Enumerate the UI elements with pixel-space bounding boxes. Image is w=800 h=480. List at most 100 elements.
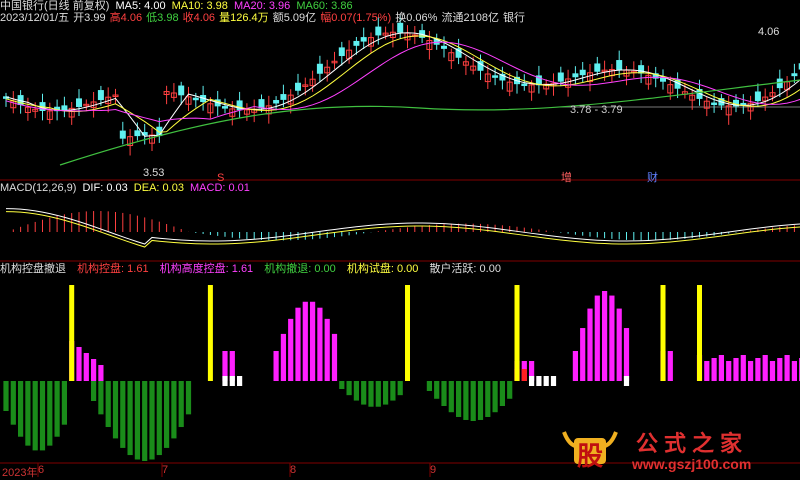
control-bar [602,291,608,381]
test-bar [222,376,228,386]
retreat-bar [477,381,484,420]
candle-body [521,83,528,87]
control-bar [733,358,739,381]
control-bar [280,333,286,381]
control-bar [288,318,294,381]
control-bar [623,328,630,381]
control-bar [762,355,768,381]
indicator-kongpan: 机构控盘: 1.61 [77,263,149,275]
indicator-header-row: 机构控盘撤退 机构控盘: 1.61 机构高度控盘: 1.61 机构撤退: 0.0… [0,263,504,276]
retreat-bar [112,381,119,439]
test-bar [536,376,542,386]
high-control-bar [69,285,75,381]
macd-title[interactable]: MACD(12,26,9) [0,182,76,194]
test-bar [237,376,243,386]
high-control-bar [697,285,702,381]
candle-body [594,63,601,72]
ma10-label: MA10: 3.98 [171,0,228,12]
ma5-label: MA5: 4.00 [115,0,166,12]
retreat-bar [353,381,359,401]
candle-body [97,90,104,101]
high-control-bar [660,285,666,381]
retreat-bar [127,381,133,456]
candle-body [791,73,798,77]
retreat-bar [507,381,513,399]
retreat-bar [397,381,403,396]
axis-year: 2023年 [2,467,38,479]
candle-body [557,72,564,82]
quote-amount: 额5.09亿 [272,12,317,24]
quote-row: 2023/12/01/五 开3.99 高4.06 低3.98 收4.06 量12… [0,12,528,25]
ma20-label: MA20: 3.96 [233,0,291,12]
candle-body [711,102,718,106]
control-bar [331,333,338,381]
control-bar [83,353,89,381]
control-bar [302,301,308,381]
high-control-bar [514,285,520,381]
candle-body [178,85,185,96]
control-bar [711,358,717,381]
test-bar [543,376,549,386]
control-bar [295,307,301,381]
macd-dea-line [5,211,800,248]
retreat-bar [54,381,60,437]
candle-body [572,73,579,78]
candle-body [353,40,360,46]
indicator-title[interactable]: 机构控盘撤退 [0,263,66,275]
quote-open: 开3.99 [73,12,106,24]
indicator-sanhu: 散户活跃: 0.00 [429,263,501,275]
watermark-logo: 股 [560,426,620,472]
high-price-label: 4.06 [758,26,780,38]
retreat-bar [426,381,432,391]
retreat-bar [142,381,148,461]
control-bar [91,359,97,381]
watermark-logo-char: 股 [577,442,604,472]
candle-body [616,60,623,71]
retreat-bar [185,381,192,415]
macd-dif: DIF: 0.03 [82,182,128,194]
retreat-bar [32,381,38,451]
quote-sector[interactable]: 银行 [503,12,525,24]
retreat-bar [39,381,46,451]
retreat-bar [368,381,374,407]
test-bar [623,376,630,386]
control-bar [718,355,724,381]
watermark-site-name: 公式之家 [636,431,749,457]
candle-body [441,45,447,49]
candle-body [222,106,228,109]
retreat-bar [61,381,67,425]
retreat-bar [149,381,155,460]
event-marker-zeng[interactable]: 增 [561,172,572,185]
candle-body [258,99,265,109]
event-marker-cai[interactable]: 财 [647,172,658,185]
indicator-chetui: 机构撤退: 0.00 [264,263,336,275]
control-bar [755,358,761,381]
candle-body [61,105,68,111]
control-bar [76,347,82,381]
retreat-bar [339,381,345,389]
control-bar [580,328,586,381]
axis-month-8: 8 [290,464,297,476]
quote-date: 2023/12/01/五 [0,12,70,24]
stock-title[interactable]: 中国银行(日线 前复权) [0,0,109,12]
watermark-url: www.gszj100.com [632,456,752,472]
candle-body [134,130,141,137]
candle-body [295,82,301,91]
candle-body [360,37,367,42]
retreat-bar [361,381,367,405]
ma5-line [5,32,800,137]
event-marker-s[interactable]: S [217,172,224,185]
test-bar [550,376,557,386]
retreat-bar [3,381,9,411]
control-bar [784,355,790,381]
control-bar [769,361,776,381]
control-bar [616,308,622,381]
retreat-bar [499,381,505,406]
candle-body [375,26,382,36]
quote-turnover: 换0.06% [395,12,438,24]
control-bar [740,355,746,381]
candle-body [316,63,323,74]
retreat-bar [492,381,498,413]
quote-close: 收4.06 [182,12,216,24]
control-bar [317,307,323,381]
